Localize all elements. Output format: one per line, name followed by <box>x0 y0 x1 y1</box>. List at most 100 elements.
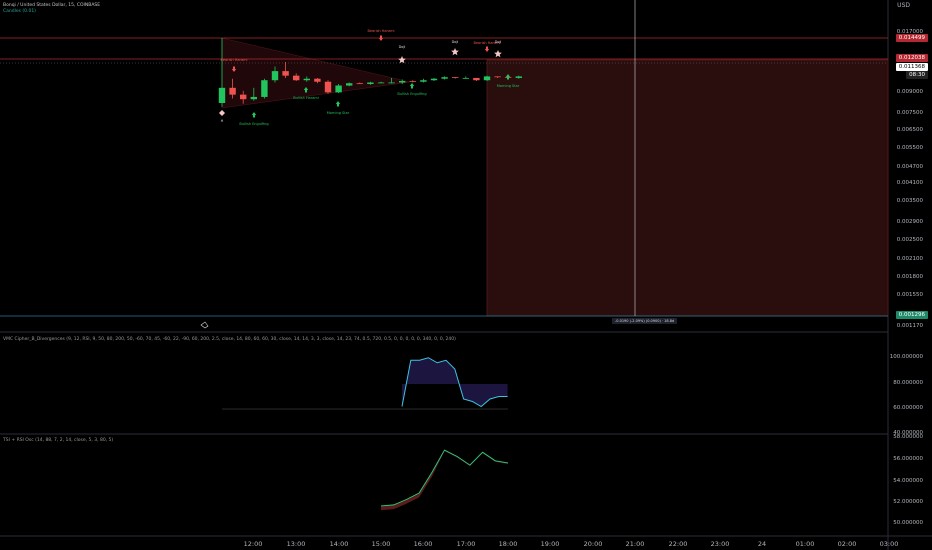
candle-body <box>462 77 469 79</box>
vmc-tick: 60.000000 <box>893 405 923 411</box>
cursor-icon <box>200 321 209 329</box>
tsi-tick: 54.000000 <box>893 478 923 484</box>
y-tick: 0.009000 <box>896 89 923 95</box>
x-tick: 18:00 <box>498 540 518 548</box>
candle-body <box>356 83 363 85</box>
candle-body <box>473 77 480 81</box>
candle-body <box>261 80 268 97</box>
pattern-label-morning-star-2: Morning Star <box>496 84 520 88</box>
x-tick: 16:00 <box>413 540 433 548</box>
currency-label: USD <box>897 2 910 9</box>
star-icon <box>494 50 502 58</box>
tsi-line <box>380 449 509 507</box>
buy-arrow-icon <box>335 101 341 107</box>
tsi-tick: 58.000000 <box>893 434 923 440</box>
y-tick: 0.004700 <box>896 164 923 170</box>
candle-body <box>324 81 332 93</box>
chart-canvas[interactable] <box>0 0 932 550</box>
candle-body <box>335 85 342 93</box>
y-tick: 0.005500 <box>896 145 923 151</box>
y-tick: 0.004100 <box>896 180 923 186</box>
pattern-label-morning-star: Morning Star <box>326 111 350 115</box>
pattern-label-harami: Bullish Harami <box>293 96 319 100</box>
tsi-fill <box>381 450 508 511</box>
x-tick: 24 <box>757 540 767 548</box>
pattern-label-doji: Doji <box>398 45 406 49</box>
candle-body <box>314 78 321 82</box>
x-tick: 22:00 <box>668 540 688 548</box>
candle-body <box>240 94 247 100</box>
candle-body <box>303 78 310 81</box>
candle-body <box>293 75 300 81</box>
x-tick: 15:00 <box>371 540 391 548</box>
sell-arrow-icon <box>378 35 384 41</box>
x-tick: 17:00 <box>456 540 476 548</box>
y-tick: 0.001170 <box>896 323 923 329</box>
candle-body <box>409 80 416 82</box>
buy-arrow-icon <box>251 112 257 118</box>
x-tick: 12:00 <box>243 540 263 548</box>
tsi-tick: 50.000000 <box>893 520 923 526</box>
candle-body <box>441 77 448 79</box>
candle-body <box>430 78 438 81</box>
x-tick: 13:00 <box>286 540 306 548</box>
candle-body <box>420 80 427 82</box>
mid-price-tag: 0.012038 <box>895 54 928 62</box>
pattern-label-engulfing-2: Bullish Engulfing <box>397 92 427 96</box>
y-tick: 0.006500 <box>896 127 923 133</box>
tsi-tick: 56.000000 <box>893 456 923 462</box>
symbol-title[interactable]: Bonqi / United States Dollar, 15, COINBA… <box>3 3 100 8</box>
y-tick: 0.002900 <box>896 219 923 225</box>
pattern-label-bearish: Bearish Harami <box>220 58 248 62</box>
pattern-label-engulfing: Bullish Engulfing <box>239 122 269 126</box>
candle-body <box>218 87 226 103</box>
candle-body <box>494 76 501 78</box>
candle-body <box>377 82 385 84</box>
vmc-tick: 100.000000 <box>889 354 923 360</box>
candle-body <box>250 96 257 100</box>
y-tick: 0.002500 <box>896 237 923 243</box>
y-tick: 0.003500 <box>896 198 923 204</box>
x-tick: 19:00 <box>540 540 560 548</box>
candle-body <box>515 76 522 78</box>
candle-body <box>346 83 353 86</box>
x-tick: 03:00 <box>879 540 899 548</box>
candle-body <box>229 87 236 95</box>
y-tick: 0.002100 <box>896 256 923 262</box>
vmc-fill <box>402 357 508 407</box>
pattern-label-h: H <box>220 119 224 123</box>
projection-zone <box>487 60 888 316</box>
price-axis[interactable]: USD 0.017000 0.014499 0.012038 0.011368 … <box>888 0 932 550</box>
candle-body <box>271 71 279 81</box>
buy-arrow-icon <box>409 83 415 89</box>
x-tick: 02:00 <box>837 540 857 548</box>
y-tick: 0.007500 <box>896 110 923 116</box>
crosshair-measure-label: -0.0190 (-2.09%) (0.0900) · 18.8d <box>612 318 678 324</box>
pattern-label-doji-2: Doji <box>451 40 459 44</box>
candle-body <box>452 77 459 78</box>
sell-arrow-icon <box>484 46 490 52</box>
chart-workspace[interactable]: Bonqi / United States Dollar, 15, COINBA… <box>0 0 932 550</box>
crosshair-price-tag: 0.011368 <box>895 63 928 71</box>
countdown-tag: 08:30 <box>906 71 928 79</box>
candle-body <box>367 82 374 85</box>
candle-body <box>399 80 406 83</box>
star-icon <box>451 48 459 56</box>
x-tick: 01:00 <box>795 540 815 548</box>
x-tick: 23:00 <box>710 540 730 548</box>
pattern-label-doji-3: Doji <box>494 40 502 44</box>
pattern-label-bearish-2: Bearish Harami <box>367 29 395 33</box>
star-icon <box>398 56 406 64</box>
vmc-indicator-title[interactable]: VMC Cipher_B_Divergences (9, 12, RSI, 9,… <box>3 337 456 342</box>
red-price-tag: 0.014499 <box>895 34 928 42</box>
candle-body <box>483 76 491 81</box>
candle-body <box>388 82 395 84</box>
indicator-subtitle[interactable]: Candles (0.01) <box>3 9 36 14</box>
candle-body <box>282 71 289 76</box>
y-tick: 0.001550 <box>896 292 923 298</box>
tsi-indicator-title[interactable]: TSI + RSI Osc (14, 88, 7, 2, 14, close, … <box>3 438 113 443</box>
green-price-tag: 0.001296 <box>895 311 928 319</box>
x-tick: 21:00 <box>625 540 645 548</box>
x-tick: 20:00 <box>583 540 603 548</box>
tsi-tick: 52.000000 <box>893 499 923 505</box>
